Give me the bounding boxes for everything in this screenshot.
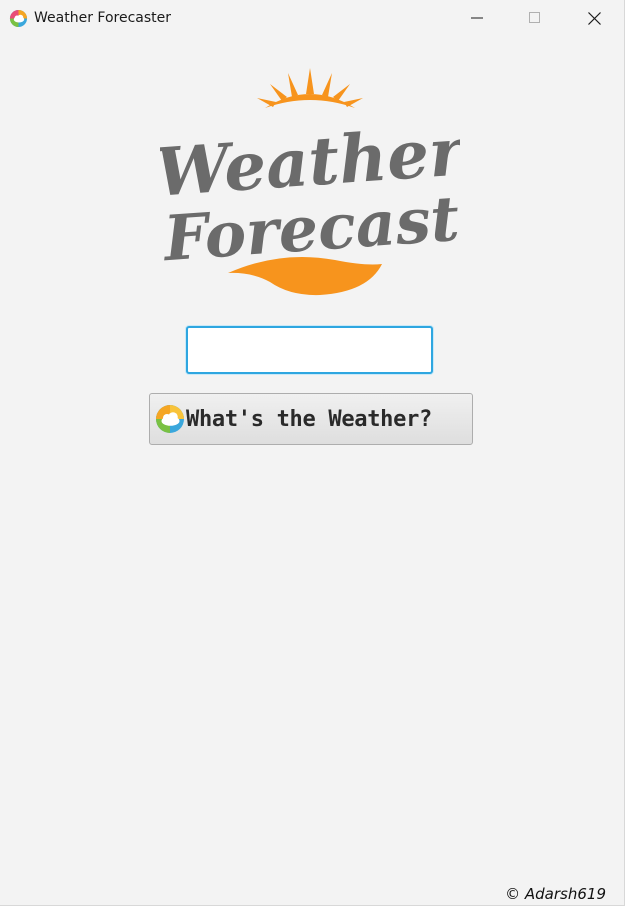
title-bar[interactable]: Weather Forecaster [0, 0, 624, 36]
minimize-icon [471, 17, 483, 19]
app-window: Weather Forecaster Weather Forecast What… [0, 0, 625, 906]
city-search-input[interactable] [186, 326, 433, 374]
close-button[interactable] [565, 0, 623, 36]
whats-the-weather-label: What's the Weather? [186, 406, 432, 432]
maximize-button[interactable] [506, 0, 564, 36]
sun-rays-icon [257, 68, 363, 108]
close-icon [587, 11, 601, 25]
minimize-button[interactable] [448, 0, 506, 36]
copyright-text: © Adarsh619 [505, 885, 606, 903]
weather-cloud-sun-icon [156, 405, 184, 433]
maximize-icon [529, 12, 540, 23]
window-title: Weather Forecaster [34, 10, 172, 26]
weather-forecast-logo: Weather Forecast [160, 68, 460, 296]
app-weather-icon [9, 9, 28, 28]
whats-the-weather-button[interactable]: What's the Weather? [149, 393, 473, 445]
